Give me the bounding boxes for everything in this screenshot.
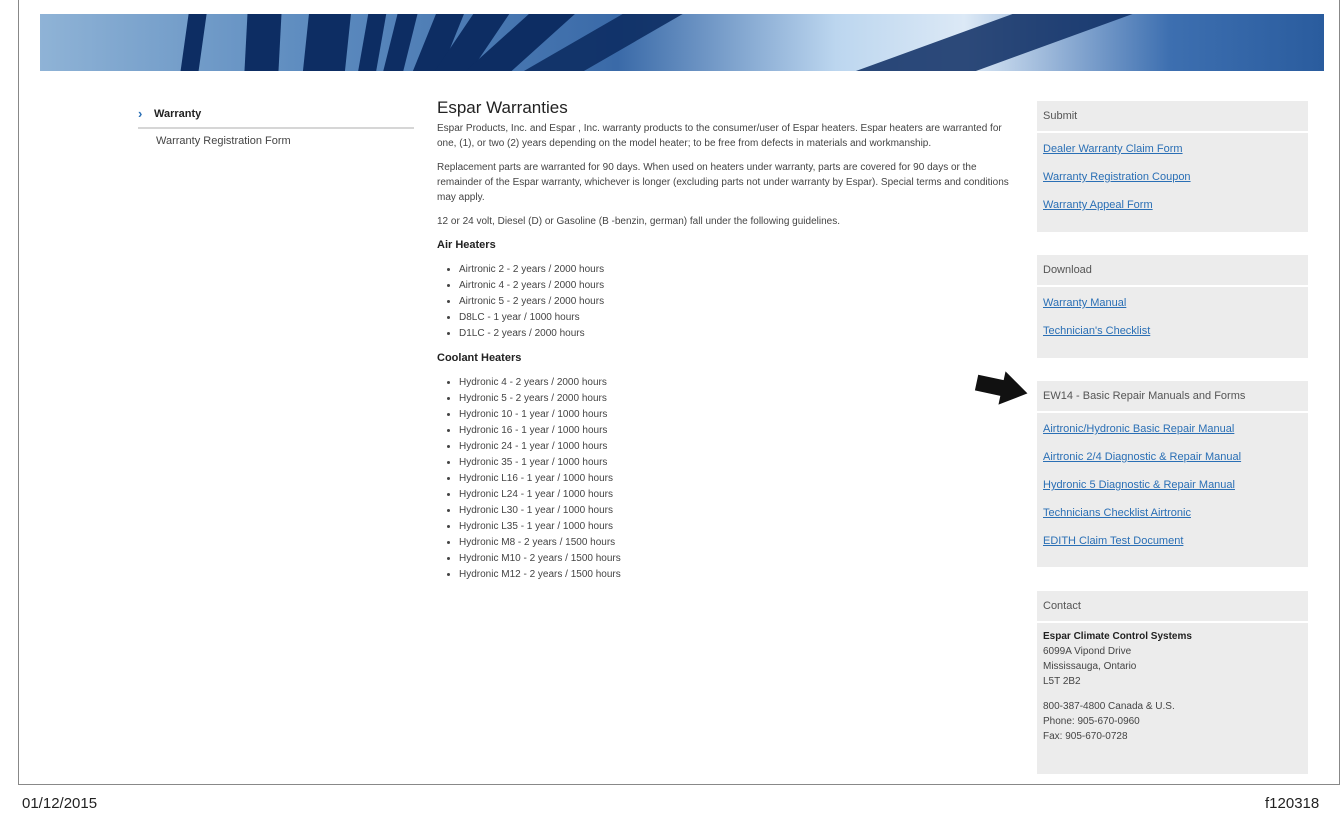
list-item: Hydronic M8 - 2 years / 1500 hours (459, 535, 1017, 551)
list-item: Hydronic 16 - 1 year / 1000 hours (459, 423, 1017, 439)
contact-panel-heading: Contact (1037, 591, 1308, 623)
submit-panel: Submit Dealer Warranty Claim Form Warran… (1037, 101, 1308, 232)
list-item: D1LC - 2 years / 2000 hours (459, 326, 1017, 342)
submit-panel-heading: Submit (1037, 101, 1308, 133)
list-item: D8LC - 1 year / 1000 hours (459, 310, 1017, 326)
list-item: Hydronic 24 - 1 year / 1000 hours (459, 439, 1017, 455)
list-item: Hydronic L30 - 1 year / 1000 hours (459, 503, 1017, 519)
list-item: Hydronic 5 - 2 years / 2000 hours (459, 391, 1017, 407)
warranty-appeal-form-link[interactable]: Warranty Appeal Form (1043, 195, 1302, 223)
sidebar-nav: › Warranty Warranty Registration Form (138, 106, 414, 147)
list-item: Hydronic L16 - 1 year / 1000 hours (459, 471, 1017, 487)
chevron-right-icon: › (138, 106, 143, 121)
sidebar-item-label: Warranty (154, 107, 202, 120)
contact-panel: Contact Espar Climate Control Systems 60… (1037, 591, 1308, 774)
list-item: Hydronic L35 - 1 year / 1000 hours (459, 519, 1017, 535)
footer-figure-code: f120318 (1265, 795, 1320, 812)
arrow-pointer-icon (974, 371, 1028, 405)
address-line: L5T 2B2 (1043, 676, 1081, 687)
coolant-heaters-heading: Coolant Heaters (437, 352, 522, 364)
phone-line: Phone: 905-670-0960 (1043, 716, 1140, 727)
list-item: Hydronic M12 - 2 years / 1500 hours (459, 567, 1017, 583)
download-panel-heading: Download (1037, 255, 1308, 287)
download-panel: Download Warranty Manual Technician's Ch… (1037, 255, 1308, 358)
address-line: 6099A Vipond Drive (1043, 646, 1132, 657)
list-item: Airtronic 4 - 2 years / 2000 hours (459, 278, 1017, 294)
list-item: Hydronic 35 - 1 year / 1000 hours (459, 455, 1017, 471)
list-item: Hydronic 4 - 2 years / 2000 hours (459, 375, 1017, 391)
warranty-manual-link[interactable]: Warranty Manual (1043, 293, 1302, 321)
phone-line: 800-387-4800 Canada & U.S. (1043, 701, 1175, 712)
sidebar-item-warranty-registration-form[interactable]: Warranty Registration Form (156, 135, 414, 147)
list-item: Airtronic 5 - 2 years / 2000 hours (459, 294, 1017, 310)
airtronic-2-4-diagnostic-repair-manual-link[interactable]: Airtronic 2/4 Diagnostic & Repair Manual (1043, 447, 1302, 475)
footer-date: 01/12/2015 (22, 795, 98, 812)
parts-paragraph: Replacement parts are warranted for 90 d… (437, 162, 1009, 203)
company-name: Espar Climate Control Systems (1043, 631, 1192, 642)
list-item: Hydronic 10 - 1 year / 1000 hours (459, 407, 1017, 423)
ew14-panel: EW14 - Basic Repair Manuals and Forms Ai… (1037, 381, 1308, 567)
edith-claim-test-document-link[interactable]: EDITH Claim Test Document (1043, 531, 1302, 559)
intro-paragraph: Espar Products, Inc. and Espar , Inc. wa… (437, 123, 1002, 149)
guidelines-paragraph: 12 or 24 volt, Diesel (D) or Gasoline (B… (437, 216, 840, 227)
dealer-warranty-claim-form-link[interactable]: Dealer Warranty Claim Form (1043, 139, 1302, 167)
list-item: Hydronic L24 - 1 year / 1000 hours (459, 487, 1017, 503)
air-heaters-list: Airtronic 2 - 2 years / 2000 hours Airtr… (437, 262, 1017, 342)
sidebar-item-warranty[interactable]: › Warranty (138, 106, 414, 129)
ew14-panel-heading: EW14 - Basic Repair Manuals and Forms (1037, 381, 1308, 413)
technicians-checklist-link[interactable]: Technician's Checklist (1043, 321, 1302, 349)
hydronic-5-diagnostic-repair-manual-link[interactable]: Hydronic 5 Diagnostic & Repair Manual (1043, 475, 1302, 503)
list-item: Airtronic 2 - 2 years / 2000 hours (459, 262, 1017, 278)
technicians-checklist-airtronic-link[interactable]: Technicians Checklist Airtronic (1043, 503, 1302, 531)
airtronic-hydronic-basic-repair-manual-link[interactable]: Airtronic/Hydronic Basic Repair Manual (1043, 419, 1302, 447)
fax-line: Fax: 905-670-0728 (1043, 731, 1128, 742)
coolant-heaters-list: Hydronic 4 - 2 years / 2000 hours Hydron… (437, 375, 1017, 583)
header-banner-image (40, 14, 1324, 71)
address-line: Mississauga, Ontario (1043, 661, 1137, 672)
main-content: Espar Warranties Espar Products, Inc. an… (437, 98, 1017, 589)
page-title: Espar Warranties (437, 98, 568, 117)
warranty-registration-coupon-link[interactable]: Warranty Registration Coupon (1043, 167, 1302, 195)
air-heaters-heading: Air Heaters (437, 239, 496, 251)
list-item: Hydronic M10 - 2 years / 1500 hours (459, 551, 1017, 567)
